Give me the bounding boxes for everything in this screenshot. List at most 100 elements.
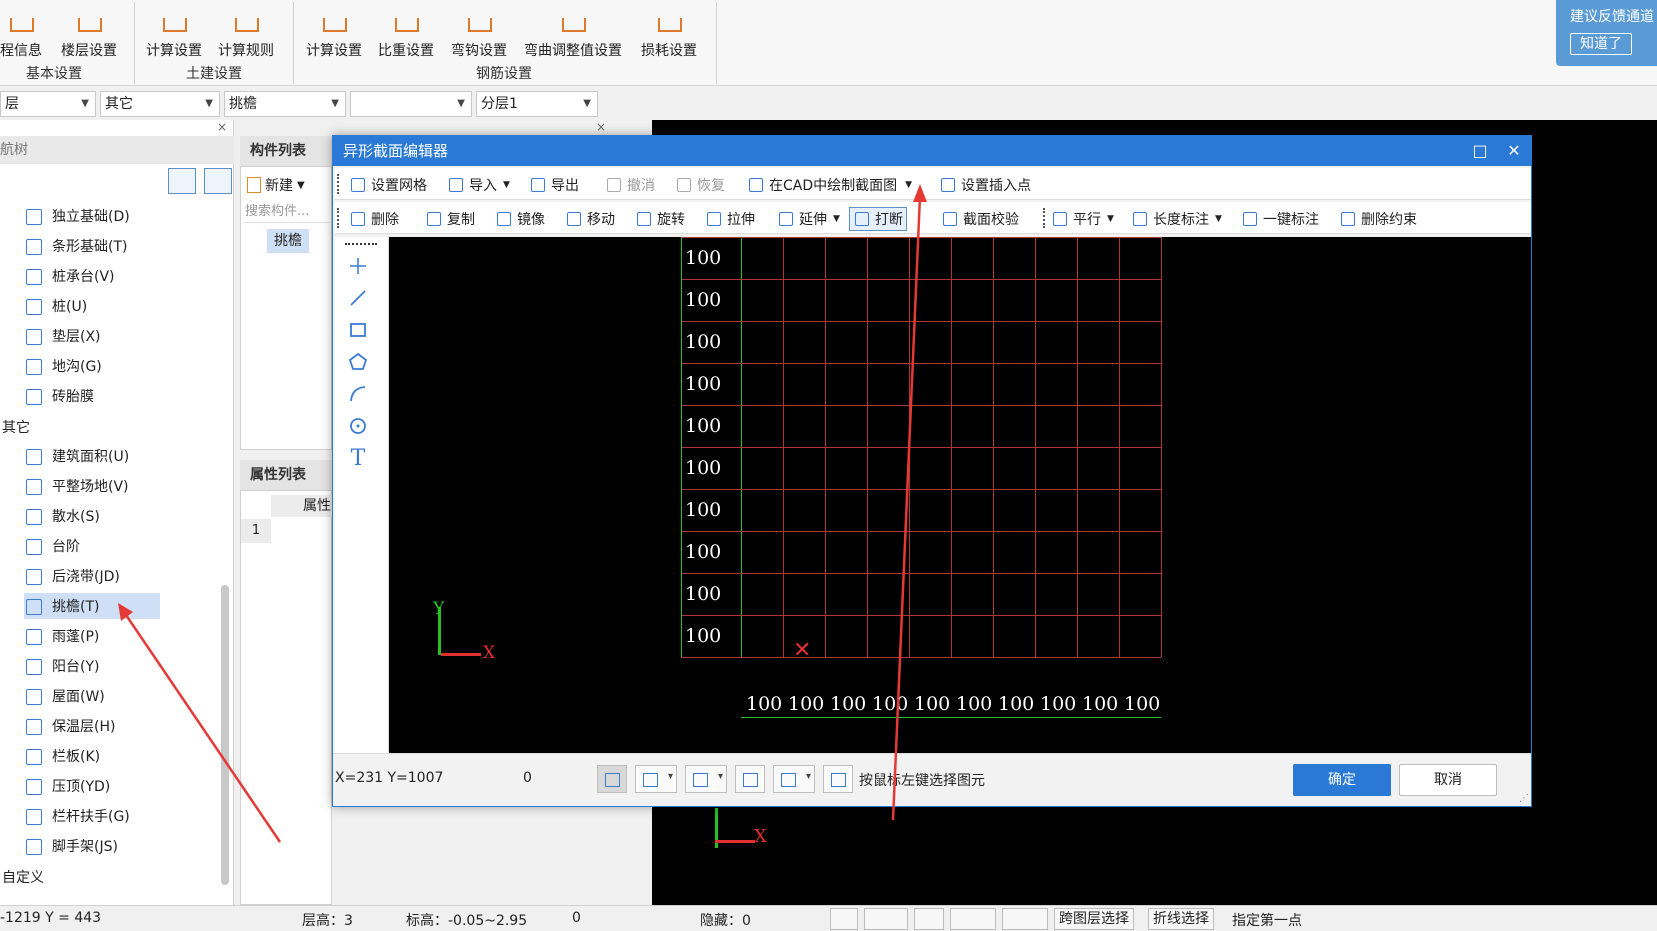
feedback-dismiss-button[interactable]: 知道了 [1570,33,1632,55]
polyline-select-button[interactable]: 折线选择 [1148,908,1214,930]
close-icon[interactable]: × [596,120,606,134]
new-component-button[interactable]: 新建 ▼ [247,175,305,195]
arc-tool-icon[interactable] [345,381,371,407]
length-dimension-button[interactable]: 长度标注 ▼ [1131,207,1222,231]
stretch-button[interactable]: 拉伸 [705,207,755,231]
ribbon-calc-rules-button[interactable]: 计算规则 [218,0,274,60]
tree-item-trench[interactable]: 地沟(G) [24,353,102,379]
text-tool-icon[interactable]: T [345,445,371,471]
category-select[interactable]: 其它 ▼ [100,91,220,117]
tree-item-cushion[interactable]: 垫层(X) [24,323,101,349]
undo-button[interactable]: 撤消 [605,173,655,197]
tree-item-coping[interactable]: 压顶(YD) [24,773,110,799]
grid-dimension-label-y: 100 [685,289,722,311]
layer-toggle-icon[interactable] [735,765,765,793]
snap-mode-button[interactable] [864,908,908,930]
close-icon[interactable]: × [217,120,227,134]
set-insert-point-button[interactable]: 设置插入点 [939,173,1031,197]
tree-item-railing[interactable]: 栏杆扶手(G) [24,803,130,829]
component-search-input[interactable]: 搜索构件... [243,201,329,223]
polygon-tool-icon[interactable] [345,349,371,375]
property-column-header: 属性 [271,495,333,517]
component-item-cornice[interactable]: 挑檐 [267,229,309,253]
tree-category-custom[interactable]: 自定义 [2,867,44,887]
list-view-icon[interactable] [168,168,196,194]
copy-button[interactable]: 复制 [425,207,475,231]
tree-item-pile[interactable]: 桩(U) [24,293,87,319]
ribbon-hook-settings-button[interactable]: 弯钩设置 [451,0,507,60]
parallel-button[interactable]: 平行 ▼ [1051,207,1114,231]
cross-snap-button[interactable] [914,908,944,930]
snap-toggle-icon[interactable] [635,765,677,793]
tree-item-apron[interactable]: 散水(S) [24,503,100,529]
section-drawing-canvas[interactable]: 100 100 100 100 100 100 100 100 100 100 100 100 100 1… [389,237,1531,753]
tree-item-site-leveling[interactable]: 平整场地(V) [24,473,129,499]
component-select[interactable]: ▼ [350,91,472,117]
tree-item-pile-cap[interactable]: 桩承台(V) [24,263,115,289]
tree-item-strip-footing[interactable]: 条形基础(T) [24,233,127,259]
tree-item-canopy[interactable]: 雨蓬(P) [24,623,99,649]
export-button[interactable]: 导出 [529,173,579,197]
ortho-mode-button[interactable] [830,908,858,930]
import-button[interactable]: 导入 ▼ [447,173,510,197]
delete-button[interactable]: 删除 [349,207,399,231]
tree-item-steps[interactable]: 台阶 [24,533,80,559]
grid-view-icon[interactable] [204,168,232,194]
tree-item-parapet[interactable]: 栏板(K) [24,743,100,769]
section-check-button[interactable]: 截面校验 [941,207,1019,231]
cancel-button[interactable]: 取消 [1399,764,1497,796]
tree-item-isolated-footing[interactable]: 独立基础(D) [24,203,130,229]
tree-item-building-area[interactable]: 建筑面积(U) [24,443,129,469]
tree-item-scaffold[interactable]: 脚手架(JS) [24,833,118,859]
insert-point-marker-icon: ✕ [793,638,812,663]
mirror-button[interactable]: 镜像 [495,207,545,231]
ribbon-loss-settings-button[interactable]: 损耗设置 [641,0,697,60]
grid-dimension-label-y: 100 [685,247,722,269]
remove-constraint-button[interactable]: 删除约束 [1339,207,1417,231]
tree-item-post-pour-strip[interactable]: 后浇带(JD) [24,563,120,589]
ribbon-floor-settings-button[interactable]: 楼层设置 [61,0,117,60]
dynamic-input-button[interactable] [950,908,996,930]
ribbon-project-info-button[interactable]: 程信息 [0,0,42,60]
rectangle-tool-icon[interactable] [345,317,371,343]
offset-toggle-icon[interactable] [685,765,727,793]
ortho-toggle-icon[interactable] [597,765,627,793]
tree-item-insulation[interactable]: 保温层(H) [24,713,115,739]
tree-category-other[interactable]: 其它 [2,417,30,437]
component-type-select[interactable]: 挑檐 ▼ [224,91,346,117]
one-click-dimension-button[interactable]: 一键标注 [1241,207,1319,231]
offset-button[interactable] [1002,908,1048,930]
draw-in-cad-button[interactable]: 在CAD中绘制截面图 ▼ [747,173,912,197]
line-tool-icon[interactable] [345,285,371,311]
extend-button[interactable]: 延伸 ▼ [777,207,840,231]
ribbon-bend-adjust-button[interactable]: 弯曲调整值设置 [524,0,622,60]
ok-button[interactable]: 确定 [1293,764,1391,796]
set-grid-button[interactable]: 设置网格 [349,173,427,197]
break-button[interactable]: 打断 [849,207,907,231]
grid-icon [349,176,367,194]
ribbon-rebar-calc-settings-button[interactable]: 计算设置 [306,0,362,60]
grid-line-horizontal [681,657,1161,658]
maximize-icon[interactable]: □ [1463,136,1497,166]
scrollbar[interactable] [221,585,229,885]
point-tool-icon[interactable] [345,253,371,279]
tree-item-balcony[interactable]: 阳台(Y) [24,653,99,679]
ribbon-density-settings-button[interactable]: 比重设置 [378,0,434,60]
tree-item-brick-mold[interactable]: 砖胎膜 [24,383,94,409]
rotate-button[interactable]: 旋转 [635,207,685,231]
tree-item-roof[interactable]: 屋面(W) [24,683,105,709]
building-area-icon [24,447,44,465]
cross-layer-select-button[interactable]: 跨图层选择 [1054,908,1134,930]
layer-select[interactable]: 分层1 ▼ [476,91,598,117]
floor-select[interactable]: 层 ▼ [0,91,96,117]
display-toggle-icon[interactable] [773,765,815,793]
resize-grip-icon[interactable]: ⋰ [1519,793,1529,804]
close-icon[interactable]: ✕ [1497,136,1531,166]
select-mode-icon[interactable] [823,765,853,793]
circle-tool-icon[interactable] [345,413,371,439]
tree-item-cornice[interactable]: 挑檐(T) [24,593,160,619]
status-floor-height: 层高：3 [302,913,353,929]
redo-button[interactable]: 恢复 [675,173,725,197]
move-button[interactable]: 移动 [565,207,615,231]
ribbon-calc-settings-button[interactable]: 计算设置 [146,0,202,60]
